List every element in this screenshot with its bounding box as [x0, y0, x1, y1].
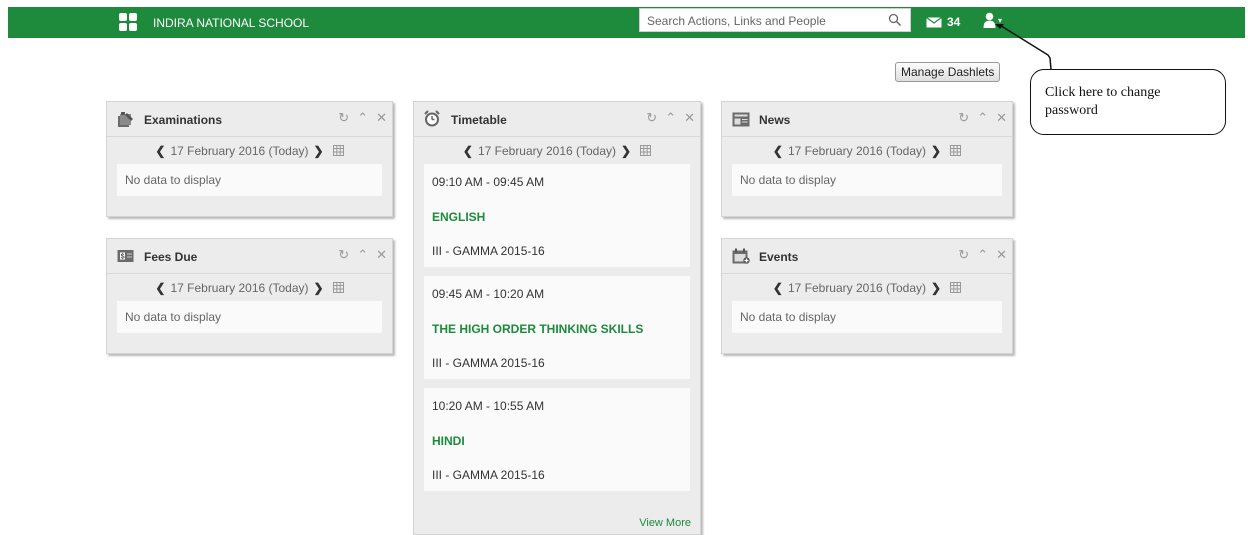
- calendar-icon[interactable]: [332, 282, 344, 293]
- refresh-icon[interactable]: ↻: [958, 111, 969, 125]
- calendar-icon[interactable]: [950, 282, 962, 293]
- slot-class: III - GAMMA 2015-16: [432, 468, 545, 482]
- events-icon: [732, 248, 750, 264]
- events-dashlet: Events ↻ ⌃ ✕ ❮ 17 February 2016 (Today) …: [721, 238, 1013, 354]
- empty-message: No data to display: [117, 301, 382, 333]
- chevron-down-icon: ▾: [998, 16, 1003, 25]
- view-more-link[interactable]: View More: [639, 517, 691, 529]
- user-menu-button[interactable]: ▾: [983, 12, 1002, 28]
- search-icon[interactable]: [888, 13, 902, 27]
- examinations-dashlet: Examinations ↻ ⌃ ✕ ❮ 17 February 2016 (T…: [106, 101, 393, 217]
- slot-class: III - GAMMA 2015-16: [432, 356, 545, 370]
- next-date-button[interactable]: ❯: [314, 144, 324, 158]
- current-date: 17 February 2016 (Today): [787, 143, 927, 158]
- dashlet-title: News: [759, 113, 791, 127]
- refresh-icon[interactable]: ↻: [338, 111, 349, 125]
- date-navigator: ❮ 17 February 2016 (Today) ❯: [722, 137, 1012, 164]
- dashlet-header: $ Fees Due ↻ ⌃ ✕: [107, 239, 392, 274]
- close-icon[interactable]: ✕: [684, 111, 695, 125]
- close-icon[interactable]: ✕: [996, 248, 1007, 262]
- fees-icon: $: [117, 250, 134, 262]
- top-navigation-bar: INDIRA NATIONAL SCHOOL 34 ▾: [8, 7, 1245, 38]
- close-icon[interactable]: ✕: [376, 111, 387, 125]
- calendar-icon[interactable]: [640, 145, 652, 156]
- timetable-slot: 09:45 AM - 10:20 AM THE HIGH ORDER THINK…: [424, 276, 690, 379]
- current-date: 17 February 2016 (Today): [477, 143, 617, 158]
- next-date-button[interactable]: ❯: [314, 281, 324, 295]
- slot-time: 10:20 AM - 10:55 AM: [432, 399, 545, 413]
- calendar-icon[interactable]: [950, 145, 962, 156]
- next-date-button[interactable]: ❯: [931, 281, 941, 295]
- collapse-icon[interactable]: ⌃: [977, 111, 988, 125]
- current-date: 17 February 2016 (Today): [170, 280, 309, 295]
- news-dashlet: News ↻ ⌃ ✕ ❮ 17 February 2016 (Today) ❯ …: [721, 101, 1013, 217]
- date-navigator: ❮ 17 February 2016 (Today) ❯: [414, 137, 700, 164]
- dashlet-header: Timetable ↻ ⌃ ✕: [414, 102, 700, 137]
- messages-button[interactable]: 34: [926, 15, 960, 29]
- current-date: 17 February 2016 (Today): [787, 280, 927, 295]
- timetable-slot: 10:20 AM - 10:55 AM HINDI III - GAMMA 20…: [424, 388, 690, 491]
- slot-time: 09:10 AM - 09:45 AM: [432, 175, 545, 189]
- collapse-icon[interactable]: ⌃: [977, 248, 988, 262]
- user-icon: [983, 12, 996, 28]
- slot-time: 09:45 AM - 10:20 AM: [432, 287, 545, 301]
- collapse-icon[interactable]: ⌃: [357, 248, 368, 262]
- slot-subject[interactable]: THE HIGH ORDER THINKING SKILLS: [432, 322, 643, 336]
- refresh-icon[interactable]: ↻: [958, 248, 969, 262]
- annotation-callout: Click here to change password: [1030, 69, 1226, 135]
- apps-grid-icon[interactable]: [117, 11, 141, 35]
- next-date-button[interactable]: ❯: [931, 144, 941, 158]
- fees-due-dashlet: $ Fees Due ↻ ⌃ ✕ ❮ 17 February 2016 (Tod…: [106, 238, 393, 354]
- dashlet-title: Fees Due: [144, 250, 198, 264]
- empty-message: No data to display: [117, 164, 382, 196]
- collapse-icon[interactable]: ⌃: [665, 111, 676, 125]
- refresh-icon[interactable]: ↻: [338, 248, 349, 262]
- message-count: 34: [947, 15, 961, 29]
- news-icon: [732, 112, 750, 127]
- refresh-icon[interactable]: ↻: [646, 111, 657, 125]
- exam-icon: [118, 112, 133, 127]
- prev-date-button[interactable]: ❮: [155, 281, 165, 295]
- dashlet-title: Examinations: [144, 113, 223, 127]
- slot-class: III - GAMMA 2015-16: [432, 244, 545, 258]
- date-navigator: ❮ 17 February 2016 (Today) ❯: [107, 274, 392, 301]
- empty-message: No data to display: [732, 164, 1002, 196]
- close-icon[interactable]: ✕: [376, 248, 387, 262]
- prev-date-button[interactable]: ❮: [773, 144, 783, 158]
- dashlet-header: Examinations ↻ ⌃ ✕: [107, 102, 392, 137]
- slot-subject[interactable]: ENGLISH: [432, 210, 485, 224]
- prev-date-button[interactable]: ❮: [463, 144, 473, 158]
- close-icon[interactable]: ✕: [996, 111, 1007, 125]
- next-date-button[interactable]: ❯: [621, 144, 631, 158]
- search-box: [639, 8, 911, 32]
- search-input[interactable]: [645, 10, 884, 32]
- date-navigator: ❮ 17 February 2016 (Today) ❯: [722, 274, 1012, 301]
- school-name[interactable]: INDIRA NATIONAL SCHOOL: [153, 16, 309, 30]
- empty-message: No data to display: [732, 301, 1002, 333]
- alarm-clock-icon: [424, 110, 440, 127]
- prev-date-button[interactable]: ❮: [773, 281, 783, 295]
- prev-date-button[interactable]: ❮: [155, 144, 165, 158]
- current-date: 17 February 2016 (Today): [170, 143, 309, 158]
- timetable-slot: 09:10 AM - 09:45 AM ENGLISH III - GAMMA …: [424, 164, 690, 267]
- dashlet-header: Events ↻ ⌃ ✕: [722, 239, 1012, 274]
- dashlet-title: Timetable: [451, 113, 507, 127]
- timetable-dashlet: Timetable ↻ ⌃ ✕ ❮ 17 February 2016 (Toda…: [413, 101, 701, 535]
- manage-dashlets-button[interactable]: Manage Dashlets: [895, 62, 1001, 82]
- calendar-icon[interactable]: [332, 145, 344, 156]
- slot-subject[interactable]: HINDI: [432, 434, 465, 448]
- dashlet-title: Events: [759, 250, 799, 264]
- mail-icon: [926, 16, 942, 27]
- dashlet-header: News ↻ ⌃ ✕: [722, 102, 1012, 137]
- date-navigator: ❮ 17 February 2016 (Today) ❯: [107, 137, 392, 164]
- collapse-icon[interactable]: ⌃: [357, 111, 368, 125]
- svg-text:$: $: [121, 254, 125, 261]
